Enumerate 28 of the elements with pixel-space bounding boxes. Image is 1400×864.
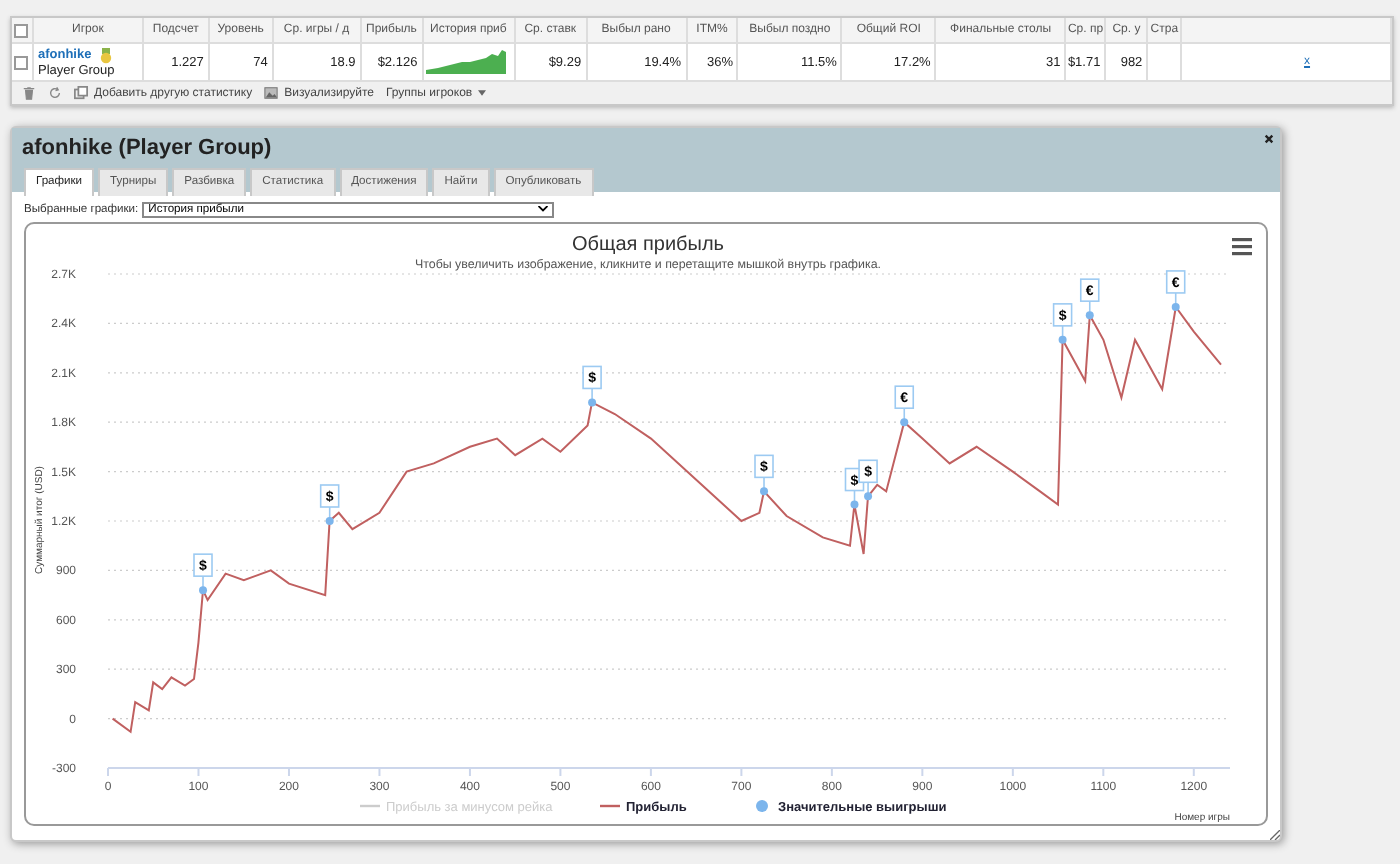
- big-win-point[interactable]: [325, 517, 334, 525]
- caret-icon: [538, 206, 549, 212]
- big-win-point[interactable]: [900, 418, 909, 427]
- image-icon: [264, 86, 279, 100]
- big-win-point[interactable]: [588, 398, 597, 407]
- trash-icon[interactable]: [22, 86, 36, 100]
- big-win-point[interactable]: [864, 492, 873, 501]
- caret-icon: [478, 90, 487, 96]
- big-win-point[interactable]: [760, 487, 768, 496]
- sparkline-drawing: [425, 50, 506, 74]
- big-win-point[interactable]: [1085, 311, 1094, 320]
- panel-title: afonhike (Player Group): [22, 136, 272, 162]
- checkbox[interactable]: [14, 55, 29, 69]
- close-icon[interactable]: [1264, 134, 1274, 144]
- checkbox[interactable]: [14, 23, 29, 37]
- chart-title: Общая прибыль: [572, 234, 724, 256]
- legend-line-icon: [600, 804, 620, 808]
- resize-grip-icon[interactable]: [1270, 830, 1280, 840]
- legend-dot-icon: [756, 800, 768, 812]
- copy-icon: [74, 86, 88, 100]
- legend-line-icon: [360, 804, 380, 808]
- menu-icon[interactable]: [1232, 238, 1252, 256]
- big-win-point[interactable]: [1171, 302, 1180, 311]
- medal-icon: [99, 47, 112, 63]
- big-win-point[interactable]: [850, 500, 859, 509]
- big-win-point[interactable]: [199, 586, 207, 595]
- refresh-icon[interactable]: [48, 86, 62, 100]
- big-win-point[interactable]: [1058, 335, 1067, 344]
